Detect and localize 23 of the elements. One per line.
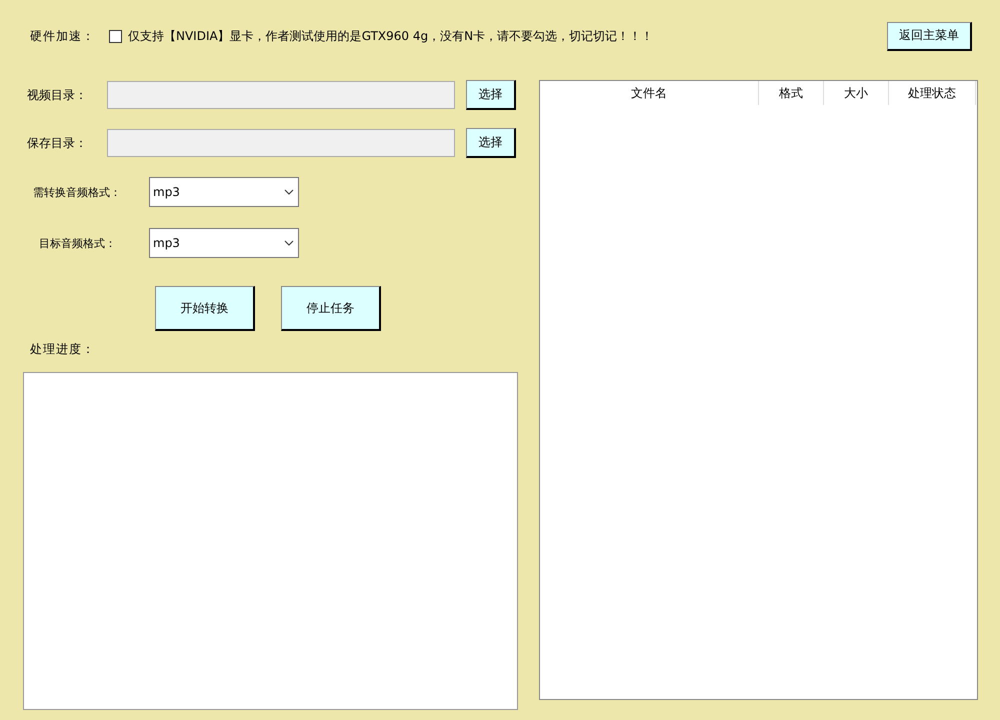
main-menu-button[interactable]: 返回主菜单 [887, 22, 972, 50]
chevron-down-icon [284, 240, 294, 246]
directory-field[interactable] [107, 81, 455, 109]
column-header[interactable]: 格式 [759, 81, 824, 105]
hardware-acceleration-checkbox[interactable] [109, 30, 122, 42]
directory-label: 保存目录： [27, 134, 88, 152]
column-header[interactable]: 处理状态 [889, 81, 976, 105]
action-button[interactable]: 停止任务 [281, 286, 381, 331]
choose-button[interactable]: 选择 [466, 128, 516, 158]
choose-button[interactable]: 选择 [466, 80, 516, 110]
format-label: 目标音频格式： [39, 236, 117, 250]
format-label: 需转换音频格式： [33, 184, 122, 200]
directory-field[interactable] [107, 129, 455, 157]
directory-label: 视频目录： [27, 86, 88, 104]
hardware-acceleration-label: 硬件加速： [30, 28, 95, 44]
column-header[interactable]: 大小 [824, 81, 889, 105]
format-dropdown[interactable]: mp3 [149, 228, 299, 258]
chevron-down-icon [284, 189, 294, 195]
action-button[interactable]: 开始转换 [155, 286, 255, 331]
column-header[interactable]: 文件名 [540, 81, 759, 105]
format-dropdown[interactable]: mp3 [149, 177, 299, 207]
hardware-acceleration-note: 仅支持【NVIDIA】显卡，作者测试使用的是GTX960 4g，没有N卡，请不要勾选，切记切记！！！ [128, 28, 654, 44]
progress-label: 处理进度： [29, 341, 96, 358]
